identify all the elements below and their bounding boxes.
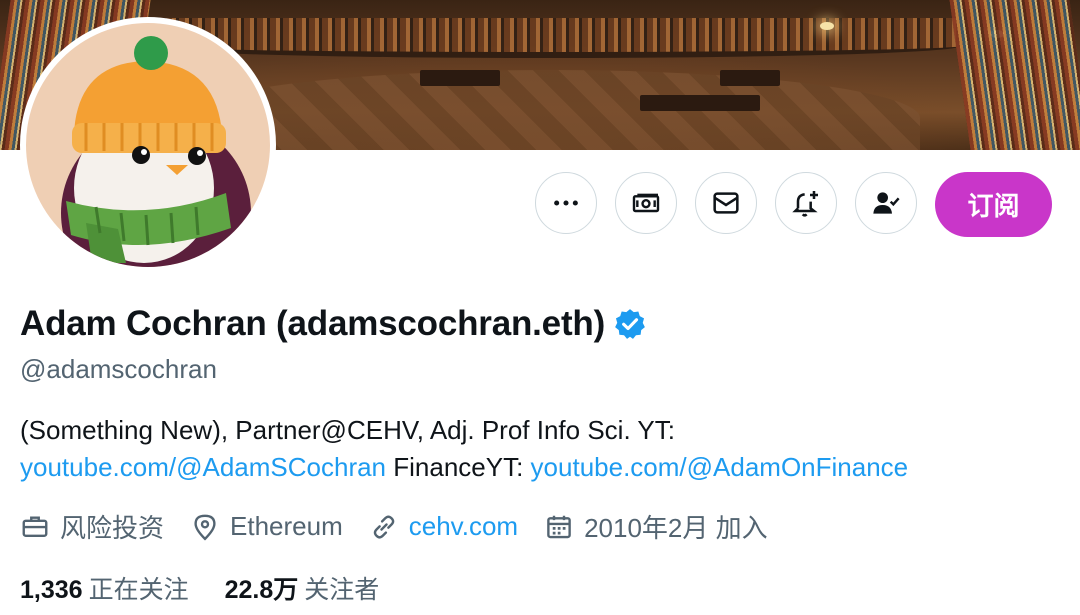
following-label: 正在关注 — [88, 576, 189, 604]
money-icon — [632, 193, 660, 213]
following-button[interactable] — [855, 172, 917, 234]
banner-desk — [640, 95, 760, 111]
banner-floor — [180, 70, 920, 150]
bio: (Something New), Partner@CEHV, Adj. Prof… — [20, 412, 908, 486]
followers-count: 22.8万 — [224, 576, 299, 604]
subscribe-button[interactable]: 订阅 — [935, 172, 1052, 237]
bell-plus-icon — [792, 191, 818, 217]
link-icon — [373, 515, 394, 538]
display-name: Adam Cochran (adamscochran.eth) — [20, 304, 606, 343]
briefcase-icon — [22, 515, 48, 537]
follow-stats: 1,336 正在关注 22.8万 关注者 — [20, 570, 415, 606]
penguin-illustration — [61, 36, 251, 267]
more-button[interactable] — [535, 172, 597, 234]
joined-date: 2010年2月 加入 — [584, 513, 768, 543]
name-row: Adam Cochran (adamscochran.eth) — [20, 304, 647, 344]
followers-stat[interactable]: 22.8万 关注者 — [225, 570, 380, 606]
notify-button[interactable] — [775, 172, 837, 234]
avatar[interactable] — [20, 17, 276, 273]
bio-line-2: youtube.com/@AdamSCochran FinanceYT: you… — [20, 449, 908, 486]
tip-button[interactable] — [615, 172, 677, 234]
followers-label: 关注者 — [304, 576, 380, 604]
avatar-image — [26, 23, 270, 267]
bio-text-financeyt: FinanceYT: — [386, 452, 531, 482]
more-horizontal-icon — [554, 200, 578, 206]
bio-link-youtube-adamscochran[interactable]: youtube.com/@AdamSCochran — [20, 452, 386, 482]
banner-balcony — [140, 18, 960, 58]
calendar-icon — [547, 515, 571, 538]
person-check-icon — [873, 192, 900, 214]
banner-lamp — [820, 22, 834, 30]
meta-location: Ethereum — [190, 511, 343, 542]
website-link[interactable]: cehv.com — [409, 511, 518, 542]
bio-line-1: (Something New), Partner@CEHV, Adj. Prof… — [20, 415, 676, 445]
following-stat[interactable]: 1,336 正在关注 — [20, 570, 189, 606]
meta-website[interactable]: cehv.com — [369, 511, 518, 542]
banner-desk — [420, 70, 500, 86]
location-label: Ethereum — [230, 511, 343, 541]
banner-bookshelf-right — [949, 0, 1080, 150]
category-label: 风险投资 — [60, 513, 165, 543]
meta-category: 风险投资 — [20, 508, 164, 545]
banner-desk — [720, 70, 780, 86]
meta-joined: 2010年2月 加入 — [544, 508, 768, 545]
envelope-icon — [713, 192, 739, 214]
following-count: 1,336 — [20, 576, 83, 604]
profile-meta: 风险投资 Ethereum cehv.com 2010年2月 加入 — [20, 508, 794, 545]
verified-badge-icon[interactable] — [613, 307, 647, 341]
location-pin-icon — [194, 514, 216, 541]
bio-link-youtube-adamonfinance[interactable]: youtube.com/@AdamOnFinance — [531, 452, 909, 482]
message-button[interactable] — [695, 172, 757, 234]
username-handle: @adamscochran — [20, 354, 217, 384]
